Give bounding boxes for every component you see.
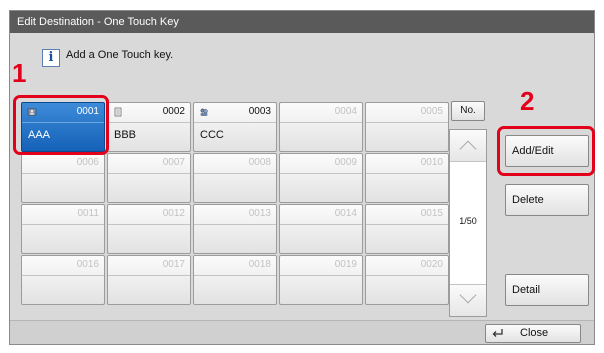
key-number: 0009 <box>334 157 357 168</box>
key-divider <box>280 224 362 225</box>
one-touch-key-0006[interactable]: 0006 <box>21 153 105 203</box>
one-touch-key-0005[interactable]: 0005 <box>365 102 449 152</box>
key-divider <box>194 224 276 225</box>
close-button[interactable]: Close <box>485 324 581 343</box>
one-touch-key-0012[interactable]: 0012 <box>107 204 191 254</box>
one-touch-key-0003[interactable]: 0003 CCC <box>193 102 277 152</box>
key-number: 0012 <box>162 208 185 219</box>
delete-button[interactable]: Delete <box>505 184 589 216</box>
info-icon: i <box>42 49 60 67</box>
one-touch-key-0008[interactable]: 0008 <box>193 153 277 203</box>
key-divider <box>22 275 104 276</box>
key-divider <box>194 122 276 123</box>
detail-button[interactable]: Detail <box>505 274 589 306</box>
key-highlight-frame <box>13 95 109 155</box>
key-number: 0018 <box>248 259 271 270</box>
key-number: 0020 <box>420 259 443 270</box>
key-number: 0008 <box>248 157 271 168</box>
step-1-callout: 1 <box>12 58 27 88</box>
key-number: 0015 <box>420 208 443 219</box>
key-divider <box>108 122 190 123</box>
window-title: Edit Destination - One Touch Key <box>10 11 594 33</box>
message-area: i Add a One Touch key. <box>34 45 578 73</box>
key-divider <box>280 122 362 123</box>
key-number: 0010 <box>420 157 443 168</box>
key-number: 0002 <box>162 106 185 117</box>
key-number: 0006 <box>76 157 99 168</box>
group-icon <box>200 108 208 116</box>
one-touch-key-0013[interactable]: 0013 <box>193 204 277 254</box>
key-divider <box>366 224 448 225</box>
key-divider <box>366 122 448 123</box>
key-divider <box>366 275 448 276</box>
key-number: 0005 <box>420 106 443 117</box>
page-indicator: 1/50 <box>459 216 477 226</box>
key-divider <box>108 173 190 174</box>
chevron-down-icon <box>459 286 477 304</box>
key-number: 0016 <box>76 259 99 270</box>
key-number: 0007 <box>162 157 185 168</box>
one-touch-key-0009[interactable]: 0009 <box>279 153 363 203</box>
key-number: 0011 <box>77 208 99 219</box>
page-down-button[interactable] <box>450 284 486 316</box>
key-number: 0017 <box>162 259 185 270</box>
edit-destination-screen: Edit Destination - One Touch Key i Add a… <box>9 10 595 345</box>
key-name: BBB <box>114 129 137 141</box>
message-text: Add a One Touch key. <box>66 49 174 61</box>
key-divider <box>22 224 104 225</box>
one-touch-key-0018[interactable]: 0018 <box>193 255 277 305</box>
one-touch-key-0015[interactable]: 0015 <box>365 204 449 254</box>
list-icon <box>114 107 122 117</box>
key-number: 0003 <box>248 106 271 117</box>
key-divider <box>108 224 190 225</box>
one-touch-key-0017[interactable]: 0017 <box>107 255 191 305</box>
footer-bar: Close <box>10 320 594 344</box>
step-2-callout: 2 <box>520 86 535 116</box>
one-touch-key-0007[interactable]: 0007 <box>107 153 191 203</box>
key-divider <box>22 173 104 174</box>
one-touch-key-0002[interactable]: 0002 BBB <box>107 102 191 152</box>
add-edit-highlight-frame <box>497 126 595 176</box>
key-name: CCC <box>200 129 224 141</box>
key-number: 0004 <box>334 106 357 117</box>
key-divider <box>366 173 448 174</box>
one-touch-key-0004[interactable]: 0004 <box>279 102 363 152</box>
key-divider <box>280 275 362 276</box>
one-touch-key-0011[interactable]: 0011 <box>21 204 105 254</box>
chevron-up-icon <box>459 140 477 158</box>
return-icon <box>492 329 503 337</box>
one-touch-key-0014[interactable]: 0014 <box>279 204 363 254</box>
key-number: 0014 <box>334 208 357 219</box>
key-divider <box>280 173 362 174</box>
key-divider <box>194 275 276 276</box>
key-divider <box>194 173 276 174</box>
key-number: 0013 <box>248 208 271 219</box>
one-touch-key-0019[interactable]: 0019 <box>279 255 363 305</box>
page-scroller: 1/50 <box>449 129 487 317</box>
key-number: 0019 <box>334 259 357 270</box>
page-up-button[interactable] <box>450 130 486 162</box>
key-divider <box>108 275 190 276</box>
one-touch-key-0016[interactable]: 0016 <box>21 255 105 305</box>
one-touch-key-0010[interactable]: 0010 <box>365 153 449 203</box>
sort-number-button[interactable]: No. <box>451 101 485 121</box>
one-touch-key-0020[interactable]: 0020 <box>365 255 449 305</box>
close-label: Close <box>520 327 549 339</box>
